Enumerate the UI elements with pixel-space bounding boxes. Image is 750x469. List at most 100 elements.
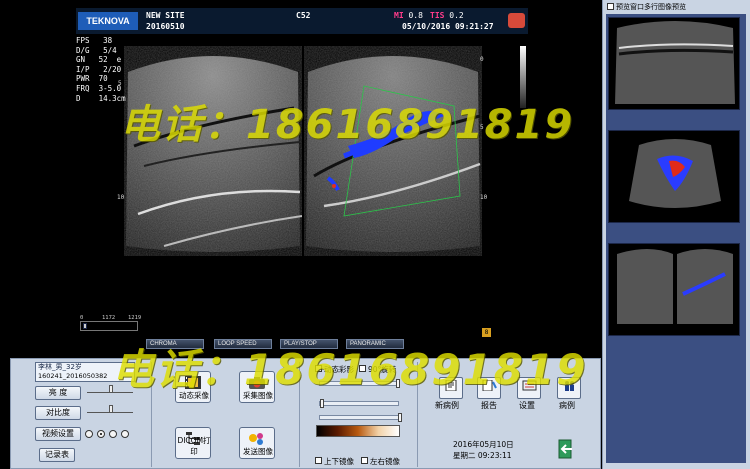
preview-sidebar: 预览窗口多行图像预览 bbox=[602, 0, 750, 469]
video-radio-2[interactable] bbox=[97, 430, 105, 438]
preview-checkbox[interactable] bbox=[607, 3, 614, 10]
hospital-icon bbox=[508, 13, 525, 28]
depth-mark-10-right: 10 bbox=[480, 194, 488, 201]
report-label: 报告 bbox=[481, 401, 497, 410]
people-icon bbox=[565, 381, 574, 391]
adjust-slider-3[interactable] bbox=[319, 413, 402, 422]
video-radio-4[interactable] bbox=[121, 430, 129, 438]
tis-label: TIS bbox=[430, 11, 445, 20]
send-image-button[interactable]: 发送图像 bbox=[239, 427, 275, 459]
adjust-slider-1-knob[interactable] bbox=[396, 379, 400, 388]
patient-name: 李林_男_32岁 bbox=[38, 363, 82, 371]
brightness-slider-knob[interactable] bbox=[109, 385, 113, 393]
dicom-print-label: DICOM打印 bbox=[177, 436, 211, 456]
cine-slider[interactable] bbox=[80, 321, 138, 331]
param-fps: FPS 38 bbox=[76, 36, 113, 45]
dicom-print-button[interactable]: DICOM打印 bbox=[175, 427, 211, 459]
exit-icon[interactable] bbox=[557, 439, 575, 459]
mi-readout: MI 0.8 bbox=[394, 11, 423, 20]
rotate-90-checkbox[interactable] bbox=[359, 365, 366, 372]
patient-info[interactable]: 李林_男_32岁 160241_2016050382 bbox=[35, 362, 135, 382]
flip-vertical-checkbox[interactable] bbox=[315, 457, 322, 464]
thumbnail-list bbox=[606, 14, 746, 463]
brightness-slider[interactable] bbox=[87, 385, 133, 393]
adjust-slider-3-knob[interactable] bbox=[398, 413, 402, 422]
function-tab-bar: CHROMA LOOP SPEED PLAY/STOP PANORAMIC bbox=[146, 339, 490, 349]
record-button[interactable]: 记录表 bbox=[39, 448, 75, 462]
capture-image-label: 采集图像 bbox=[243, 391, 273, 400]
ultrasound-image-left[interactable] bbox=[124, 46, 302, 256]
preview-header[interactable]: 预览窗口多行图像预览 bbox=[607, 2, 686, 12]
film-icon bbox=[185, 376, 201, 389]
adjust-slider-2-knob[interactable] bbox=[320, 399, 324, 408]
depth-mark-5-right: 5 bbox=[480, 124, 484, 131]
video-settings-button[interactable]: 视频设置 bbox=[35, 427, 81, 441]
video-radio-3[interactable] bbox=[109, 430, 117, 438]
patient-id: 160241_2016050382 bbox=[38, 372, 108, 380]
panel-divider-1 bbox=[151, 362, 152, 467]
settings-button[interactable] bbox=[517, 377, 541, 399]
new-case-label: 新病例 bbox=[435, 401, 459, 410]
site-name: NEW SITE bbox=[146, 11, 185, 20]
clock-time: 星期二 09:23:11 bbox=[453, 451, 512, 460]
clock-display: 2016年05月10日 星期二 09:23:11 bbox=[453, 439, 514, 461]
rotate-90-label: 90°旋转 bbox=[368, 365, 397, 374]
send-image-label: 发送图像 bbox=[243, 447, 273, 456]
settings-label: 设置 bbox=[519, 401, 535, 410]
teknova-logo: TEKNOVA bbox=[78, 12, 138, 30]
ultrasound-workstation: TEKNOVA NEW SITE 20160510 C52 MI 0.8 TIS… bbox=[0, 0, 750, 469]
contrast-button[interactable]: 对比度 bbox=[35, 406, 81, 420]
frame-badge: 8 bbox=[482, 328, 491, 337]
preview-header-label: 预览窗口多行图像预览 bbox=[616, 3, 686, 11]
adjust-slider-1[interactable] bbox=[319, 379, 400, 388]
depth-mark-0-right: 0 bbox=[480, 56, 484, 63]
adjust-slider-2[interactable] bbox=[319, 399, 399, 408]
send-icon bbox=[249, 433, 263, 445]
new-case-button[interactable] bbox=[439, 377, 463, 399]
panel-divider-2 bbox=[299, 362, 300, 467]
ultrasound-image-right[interactable] bbox=[304, 46, 482, 256]
tis-readout: TIS 0.2 bbox=[430, 11, 464, 20]
tab-loop-speed[interactable]: LOOP SPEED bbox=[214, 339, 272, 349]
contrast-slider-knob[interactable] bbox=[109, 405, 113, 413]
grayscale-bar bbox=[520, 46, 526, 108]
settings-icon bbox=[522, 380, 537, 391]
clock-date: 2016年05月10日 bbox=[453, 440, 514, 449]
thumbnail-3[interactable] bbox=[608, 243, 740, 336]
tab-panoramic[interactable]: PANORAMIC bbox=[346, 339, 404, 349]
color-map-bar[interactable] bbox=[316, 425, 400, 437]
dynamic-capture-button[interactable]: 动态采像 bbox=[175, 371, 211, 403]
tab-play-stop[interactable]: PLAY/STOP bbox=[280, 339, 338, 349]
cases-button[interactable] bbox=[557, 377, 581, 399]
tis-value: 0.2 bbox=[449, 11, 464, 20]
cine-slider-thumb[interactable] bbox=[83, 323, 87, 329]
flip-horizontal-checkbox[interactable] bbox=[361, 457, 368, 464]
flip-horizontal-label: 左右镜像 bbox=[370, 457, 400, 466]
dynamic-capture-label: 动态采像 bbox=[179, 391, 209, 400]
document-icon bbox=[445, 380, 457, 391]
dynamic-color-label: 动态彩影 bbox=[324, 365, 354, 374]
thumbnail-1[interactable] bbox=[608, 17, 740, 110]
depth-mark-10-left: 10 bbox=[117, 194, 125, 201]
video-radio-1[interactable] bbox=[85, 430, 93, 438]
flip-vertical-label: 上下镜像 bbox=[324, 457, 354, 466]
thumbnail-2[interactable] bbox=[608, 130, 740, 223]
report-icon bbox=[482, 380, 497, 391]
cases-label: 病例 bbox=[559, 401, 575, 410]
panel-divider-3 bbox=[417, 362, 418, 467]
capture-image-button[interactable]: 采集图像 bbox=[239, 371, 275, 403]
probe-name: C52 bbox=[296, 11, 311, 20]
scanner-header: TEKNOVA NEW SITE 20160510 C52 MI 0.8 TIS… bbox=[76, 8, 528, 34]
report-button[interactable] bbox=[477, 377, 501, 399]
dynamic-color-checkbox[interactable] bbox=[315, 365, 322, 372]
camera-icon bbox=[249, 377, 265, 389]
exam-date: 20160510 bbox=[146, 22, 185, 31]
tab-chroma[interactable]: CHROMA bbox=[146, 339, 204, 349]
scanner-datetime: 05/10/2016 09:21:27 bbox=[402, 22, 494, 31]
mi-value: 0.8 bbox=[408, 11, 423, 20]
depth-mark-5-left: 5 bbox=[118, 80, 122, 87]
mi-label: MI bbox=[394, 11, 404, 20]
control-panel: 李林_男_32岁 160241_2016050382 亮 度 对比度 视频设置 … bbox=[10, 358, 601, 469]
brightness-button[interactable]: 亮 度 bbox=[35, 386, 81, 400]
contrast-slider[interactable] bbox=[87, 405, 133, 413]
